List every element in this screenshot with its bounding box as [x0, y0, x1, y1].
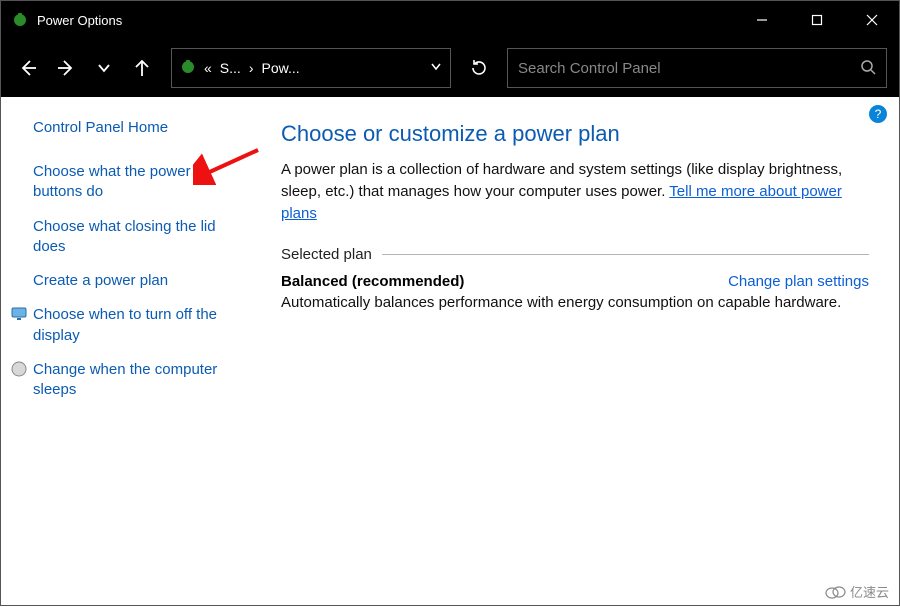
plan-name: Balanced (recommended) — [281, 273, 464, 290]
content-area: Control Panel Home Choose what the power… — [1, 97, 899, 607]
sidebar-link-power-buttons[interactable]: Choose what the power buttons do — [33, 162, 233, 203]
sidebar: Control Panel Home Choose what the power… — [1, 97, 259, 607]
sidebar-link-label: Change when the computer sleeps — [33, 361, 217, 398]
minimize-button[interactable] — [734, 1, 789, 39]
recent-dropdown-button[interactable] — [89, 53, 119, 83]
address-dropdown-button[interactable] — [430, 60, 442, 76]
breadcrumb-seg-2[interactable]: Pow... — [261, 60, 299, 76]
monitor-icon — [11, 306, 27, 322]
navigation-bar: « S... › Pow... — [1, 39, 899, 97]
search-icon[interactable] — [860, 59, 876, 78]
watermark: 亿速云 — [824, 582, 889, 601]
up-button[interactable] — [127, 53, 157, 83]
main-panel: ? Choose or customize a power plan A pow… — [259, 97, 899, 607]
sidebar-link-create-plan[interactable]: Create a power plan — [33, 271, 233, 291]
sidebar-link-label: Choose what the power buttons do — [33, 163, 191, 200]
app-icon — [11, 11, 29, 29]
chevron-right-icon: › — [247, 60, 256, 76]
sidebar-link-computer-sleeps[interactable]: Change when the computer sleeps — [33, 360, 233, 401]
forward-button[interactable] — [51, 53, 81, 83]
window-title: Power Options — [37, 13, 122, 28]
page-description: A power plan is a collection of hardware… — [281, 159, 869, 224]
sidebar-link-label: Choose when to turn off the display — [33, 306, 217, 343]
maximize-button[interactable] — [789, 1, 844, 39]
plan-row: Balanced (recommended) Change plan setti… — [281, 273, 869, 290]
refresh-button[interactable] — [459, 53, 499, 83]
sidebar-link-label: Choose what closing the lid does — [33, 218, 216, 255]
address-bar[interactable]: « S... › Pow... — [171, 48, 451, 88]
address-icon — [180, 59, 196, 78]
page-heading: Choose or customize a power plan — [281, 121, 869, 147]
control-panel-home-link[interactable]: Control Panel Home — [33, 119, 245, 136]
sidebar-link-turn-off-display[interactable]: Choose when to turn off the display — [33, 305, 233, 346]
section-label-text: Selected plan — [281, 246, 372, 263]
window-controls — [734, 1, 899, 39]
moon-icon — [11, 361, 27, 377]
change-plan-settings-link[interactable]: Change plan settings — [728, 273, 869, 290]
help-button[interactable]: ? — [869, 105, 887, 123]
title-bar: Power Options — [1, 1, 899, 39]
sidebar-link-close-lid[interactable]: Choose what closing the lid does — [33, 217, 233, 258]
back-button[interactable] — [13, 53, 43, 83]
divider — [382, 254, 869, 255]
watermark-text: 亿速云 — [850, 582, 889, 601]
plan-description: Automatically balances performance with … — [281, 294, 869, 311]
breadcrumb-overflow[interactable]: « — [202, 60, 214, 76]
search-box[interactable] — [507, 48, 887, 88]
close-button[interactable] — [844, 1, 899, 39]
breadcrumb-seg-1[interactable]: S... — [220, 60, 241, 76]
section-selected-plan: Selected plan — [281, 246, 869, 263]
sidebar-link-label: Create a power plan — [33, 272, 168, 289]
search-input[interactable] — [518, 60, 860, 77]
